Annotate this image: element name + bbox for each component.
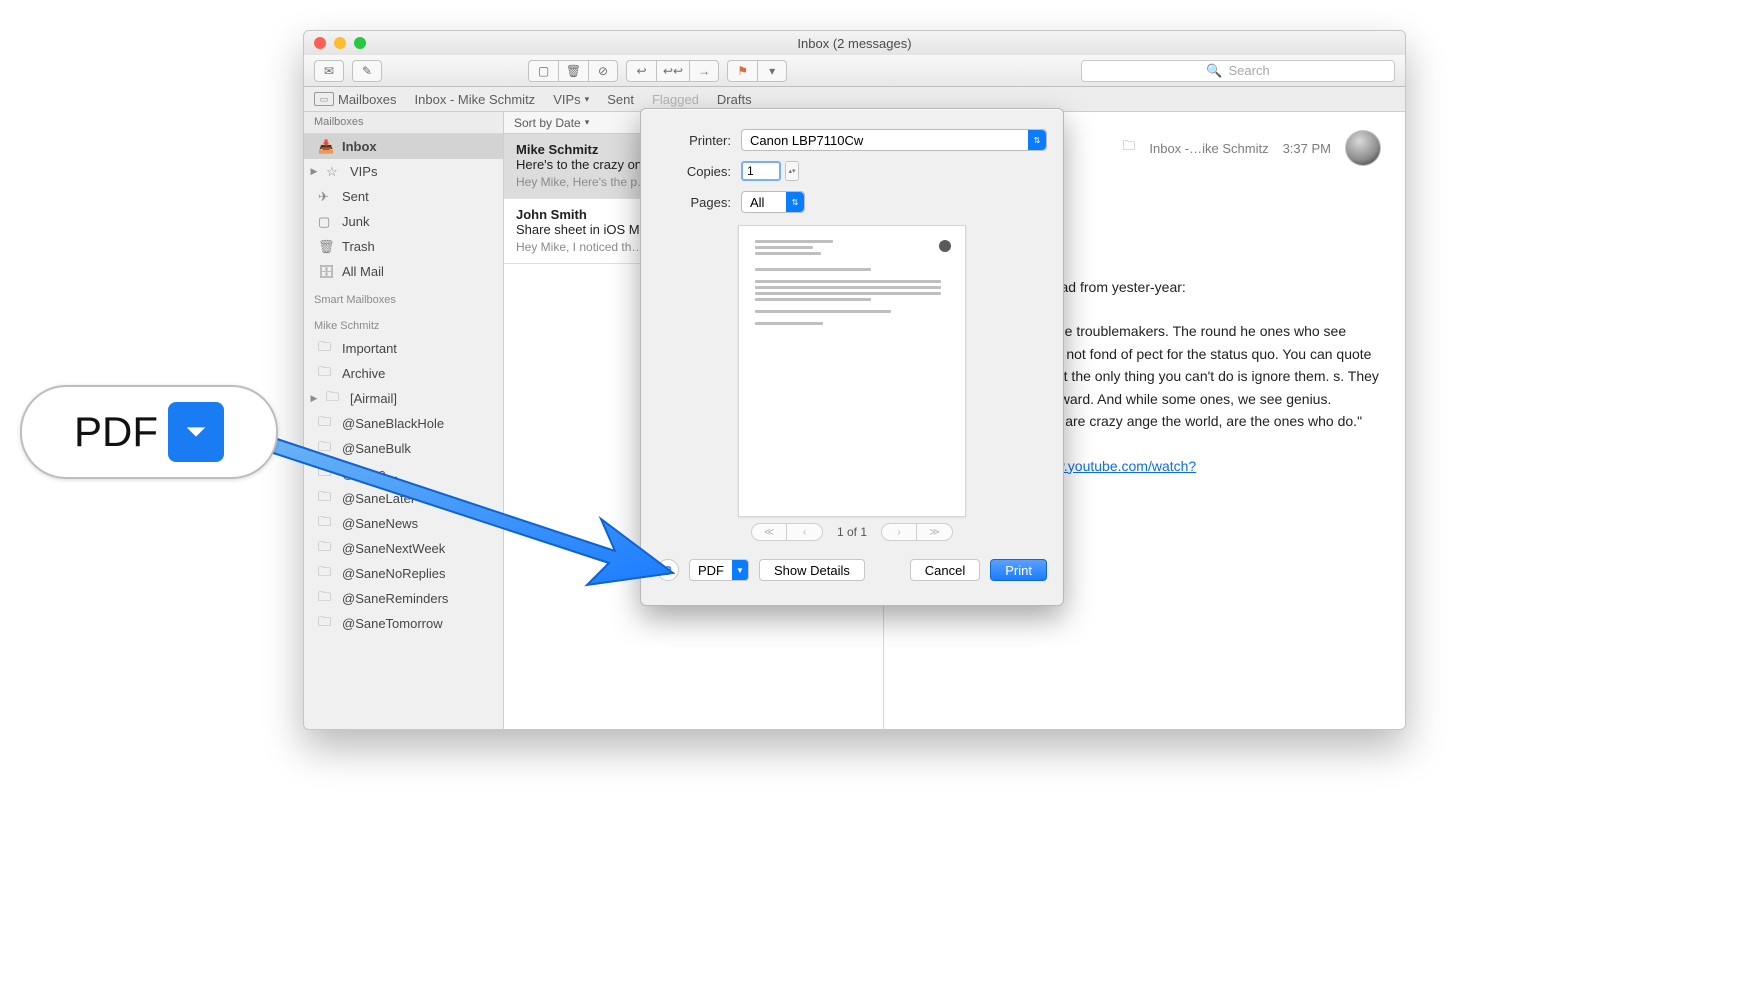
archive-button[interactable]: ▢: [528, 60, 558, 82]
sidebar-item-sent[interactable]: ✈Sent: [304, 184, 503, 209]
pdf-callout: PDF: [20, 385, 278, 479]
folder-icon: 🗀: [318, 463, 334, 485]
chevron-down-icon: ▼: [732, 560, 748, 580]
trash-icon: 🗑: [318, 239, 334, 255]
reply-all-button[interactable]: ↩↩: [656, 60, 689, 82]
folder-icon: 🗀: [318, 513, 334, 535]
cancel-button[interactable]: Cancel: [910, 559, 980, 581]
window-title: Inbox (2 messages): [304, 36, 1405, 51]
select-arrows-icon: ⇅: [1028, 130, 1046, 150]
search-input[interactable]: 🔍 Search: [1081, 60, 1395, 82]
sidebar-item-inbox[interactable]: 📥 Inbox: [304, 134, 503, 159]
sidebar-item-vips[interactable]: ▶ ☆ VIPs: [304, 159, 503, 184]
sidebar-folder[interactable]: 🗀Archive: [304, 361, 503, 386]
fav-vips[interactable]: VIPs ▾: [553, 92, 589, 107]
get-mail-button[interactable]: ✉: [314, 60, 344, 82]
fav-sent[interactable]: Sent: [607, 92, 634, 107]
reply-button[interactable]: ↩: [626, 60, 656, 82]
toolbar: ✉ ✎ ▢ 🗑 ⊘ ↩ ↩↩ → ⚑ ▾ 🔍 Search: [304, 55, 1405, 87]
page-last-button[interactable]: ≫: [917, 523, 953, 541]
folder-icon: 🗀: [318, 488, 334, 510]
junk-icon: ▢: [318, 214, 334, 230]
print-dialog: Printer: Canon LBP7110Cw ⇅ Copies: ▴▾ Pa…: [640, 108, 1064, 606]
pdf-dropdown-button[interactable]: PDF ▼: [689, 559, 749, 581]
folder-icon: 🗀: [318, 613, 334, 635]
folder-icon: 🗀: [318, 563, 334, 585]
folder-icon: 🗀: [1122, 137, 1135, 159]
folder-icon: 🗀: [318, 338, 334, 360]
print-pager: ≪ ‹ 1 of 1 › ≫: [657, 523, 1047, 541]
fav-drafts[interactable]: Drafts: [717, 92, 752, 107]
sidebar-account-header: Mike Schmitz: [304, 310, 503, 336]
page-prev-button[interactable]: ‹: [787, 523, 823, 541]
sidebar-folder[interactable]: 🗀Important: [304, 336, 503, 361]
folder-icon: 🗀: [318, 413, 334, 435]
sidebar-header: Mailboxes: [304, 112, 503, 134]
sent-icon: ✈: [318, 189, 334, 205]
allmail-icon: 🗄: [318, 264, 334, 280]
sidebar-item-trash[interactable]: 🗑Trash: [304, 234, 503, 259]
page-indicator: 1 of 1: [837, 525, 867, 539]
printer-select[interactable]: Canon LBP7110Cw ⇅: [741, 129, 1047, 151]
junk-button[interactable]: ⊘: [588, 60, 618, 82]
sidebar-folder[interactable]: 🗀@SaneBulk: [304, 436, 503, 461]
disclosure-triangle-icon[interactable]: ▶: [310, 166, 318, 177]
sidebar-item-junk[interactable]: ▢Junk: [304, 209, 503, 234]
pdf-callout-label: PDF: [74, 408, 158, 456]
select-arrows-icon: ⇅: [786, 192, 804, 212]
flag-dropdown[interactable]: ▾: [757, 60, 787, 82]
sidebar-folder[interactable]: 🗀@SaneTomorrow: [304, 611, 503, 636]
avatar: [939, 240, 951, 252]
search-icon: 🔍: [1206, 63, 1222, 79]
folder-icon: 🗀: [318, 363, 334, 385]
sidebar-folder[interactable]: 🗀@SaneBlackHole: [304, 411, 503, 436]
print-preview: [738, 225, 966, 517]
titlebar: Inbox (2 messages): [304, 31, 1405, 55]
star-icon: ☆: [326, 164, 342, 180]
sidebar-folder[interactable]: 🗀@SaneLater: [304, 486, 503, 511]
copies-input[interactable]: [741, 161, 781, 181]
disclosure-triangle-icon[interactable]: ▶: [310, 393, 318, 404]
sidebar-folder[interactable]: 🗀@SaneNextWeek: [304, 536, 503, 561]
fav-flagged[interactable]: Flagged: [652, 92, 699, 107]
sidebar-smart-header: Smart Mailboxes: [304, 284, 503, 310]
avatar: [1345, 130, 1381, 166]
delete-button[interactable]: 🗑: [558, 60, 588, 82]
folder-icon: 🗀: [318, 588, 334, 610]
sidebar-folder[interactable]: ▶🗀[Airmail]: [304, 386, 503, 411]
pages-label: Pages:: [657, 195, 741, 210]
folder-icon: 🗀: [318, 538, 334, 560]
help-button[interactable]: ?: [657, 559, 679, 581]
folder-icon: 🗀: [326, 388, 342, 410]
compose-button[interactable]: ✎: [352, 60, 382, 82]
sidebar-folder[interactable]: 🗀@SaneReminders: [304, 586, 503, 611]
chevron-down-icon: [168, 402, 224, 462]
pages-select[interactable]: All ⇅: [741, 191, 805, 213]
inbox-icon: 📥: [318, 139, 334, 155]
mailboxes-toggle[interactable]: ▭Mailboxes: [314, 92, 397, 107]
copies-stepper[interactable]: ▴▾: [785, 161, 799, 181]
show-details-button[interactable]: Show Details: [759, 559, 865, 581]
sidebar: Mailboxes 📥 Inbox ▶ ☆ VIPs ✈Sent ▢Junk 🗑…: [304, 112, 504, 729]
flag-button[interactable]: ⚑: [727, 60, 757, 82]
sidebar-folder[interactable]: 🗀@Sane…: [304, 461, 503, 486]
printer-label: Printer:: [657, 133, 741, 148]
copies-label: Copies:: [657, 164, 741, 179]
chevron-down-icon: ▾: [585, 117, 590, 128]
print-button[interactable]: Print: [990, 559, 1047, 581]
folder-icon: 🗀: [318, 438, 334, 460]
forward-button[interactable]: →: [689, 60, 719, 82]
fav-inbox[interactable]: Inbox - Mike Schmitz: [415, 92, 536, 107]
sidebar-folder[interactable]: 🗀@SaneNoReplies: [304, 561, 503, 586]
page-first-button[interactable]: ≪: [751, 523, 787, 541]
sidebar-item-allmail[interactable]: 🗄All Mail: [304, 259, 503, 284]
page-next-button[interactable]: ›: [881, 523, 917, 541]
sidebar-folder[interactable]: 🗀@SaneNews: [304, 511, 503, 536]
